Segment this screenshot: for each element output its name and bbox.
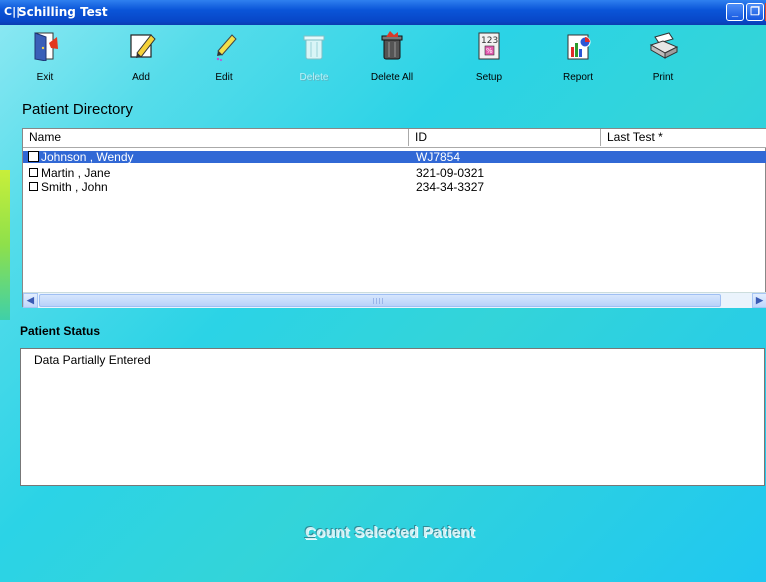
count-button-label: ount Selected Patient bbox=[316, 524, 475, 541]
add-pencil-icon bbox=[130, 34, 156, 58]
setup-label: Setup bbox=[475, 72, 503, 83]
delete-all-button[interactable]: Delete All bbox=[357, 29, 427, 89]
table-row[interactable]: Johnson , Wendy WJ7854 bbox=[23, 151, 766, 163]
patient-status-text: Data Partially Entered bbox=[34, 353, 151, 367]
scroll-right-icon[interactable]: ▶ bbox=[752, 293, 766, 308]
scrollbar-grip-icon bbox=[373, 298, 383, 304]
patient-status-heading: Patient Status bbox=[20, 324, 101, 338]
delete-all-trash-icon bbox=[381, 31, 403, 60]
edit-button[interactable]: Edit bbox=[189, 29, 259, 89]
svg-text:123: 123 bbox=[481, 36, 498, 46]
svg-text:%: % bbox=[486, 47, 493, 55]
row-checkbox[interactable] bbox=[29, 168, 38, 177]
minimize-button[interactable]: _ bbox=[726, 3, 744, 21]
scroll-left-icon[interactable]: ◀ bbox=[23, 293, 38, 308]
print-button[interactable]: Print bbox=[628, 29, 698, 89]
app-window: C|| Schilling Test _ ❐ Exit Add Edit Del… bbox=[0, 0, 766, 582]
patient-status-box: Data Partially Entered bbox=[20, 348, 765, 486]
table-header: Name ID Last Test * bbox=[23, 129, 766, 148]
delete-trash-icon bbox=[303, 35, 325, 60]
add-label: Add bbox=[132, 72, 150, 83]
patient-name: Martin , Jane bbox=[41, 166, 111, 180]
edit-pen-icon bbox=[216, 34, 237, 61]
patient-id: WJ7854 bbox=[416, 150, 461, 164]
toolbar: Exit Add Edit Delete Delete All 123 % Se… bbox=[0, 25, 766, 91]
restore-button[interactable]: ❐ bbox=[746, 3, 764, 21]
accelerator-key: C bbox=[305, 524, 317, 541]
printer-icon bbox=[649, 32, 679, 59]
row-checkbox[interactable] bbox=[29, 182, 38, 191]
add-button[interactable]: Add bbox=[106, 29, 176, 89]
exit-door-icon bbox=[34, 32, 58, 61]
table-row[interactable]: Martin , Jane 321-09-0321 bbox=[23, 167, 766, 179]
report-button[interactable]: Report bbox=[543, 29, 613, 89]
count-selected-patient-button[interactable]: Count Selected Patient bbox=[240, 524, 540, 546]
patient-directory-heading: Patient Directory bbox=[22, 101, 133, 118]
report-label: Report bbox=[562, 72, 593, 83]
delete-button[interactable]: Delete bbox=[279, 29, 349, 89]
decorative-gradient-accent bbox=[0, 170, 10, 320]
column-header-name[interactable]: Name bbox=[23, 129, 409, 146]
delete-all-label: Delete All bbox=[370, 72, 414, 83]
print-label: Print bbox=[652, 72, 674, 83]
delete-label: Delete bbox=[299, 72, 329, 83]
setup-calculator-icon: 123 % bbox=[478, 32, 500, 60]
report-chart-icon bbox=[567, 34, 591, 60]
row-checkbox[interactable] bbox=[28, 151, 39, 162]
patient-table[interactable]: Name ID Last Test * Johnson , Wendy WJ78… bbox=[22, 128, 766, 308]
column-header-id[interactable]: ID bbox=[409, 129, 601, 146]
scrollbar-thumb[interactable] bbox=[39, 294, 721, 307]
edit-label: Edit bbox=[215, 72, 233, 83]
setup-button[interactable]: 123 % Setup bbox=[454, 29, 524, 89]
window-title: Schilling Test bbox=[18, 5, 108, 19]
title-bar[interactable]: C|| Schilling Test _ ❐ bbox=[0, 0, 766, 25]
patient-id: 321-09-0321 bbox=[416, 166, 485, 180]
exit-label: Exit bbox=[36, 72, 54, 83]
app-logo-icon: C|| bbox=[4, 5, 21, 18]
exit-button[interactable]: Exit bbox=[10, 29, 80, 89]
column-header-last-test[interactable]: Last Test * bbox=[601, 129, 766, 146]
table-row[interactable]: Smith , John 234-34-3327 bbox=[23, 181, 766, 193]
horizontal-scrollbar[interactable]: ◀ ▶ bbox=[23, 292, 766, 308]
patient-name: Johnson , Wendy bbox=[41, 150, 134, 164]
patient-id: 234-34-3327 bbox=[416, 180, 485, 194]
patient-name: Smith , John bbox=[41, 180, 108, 194]
